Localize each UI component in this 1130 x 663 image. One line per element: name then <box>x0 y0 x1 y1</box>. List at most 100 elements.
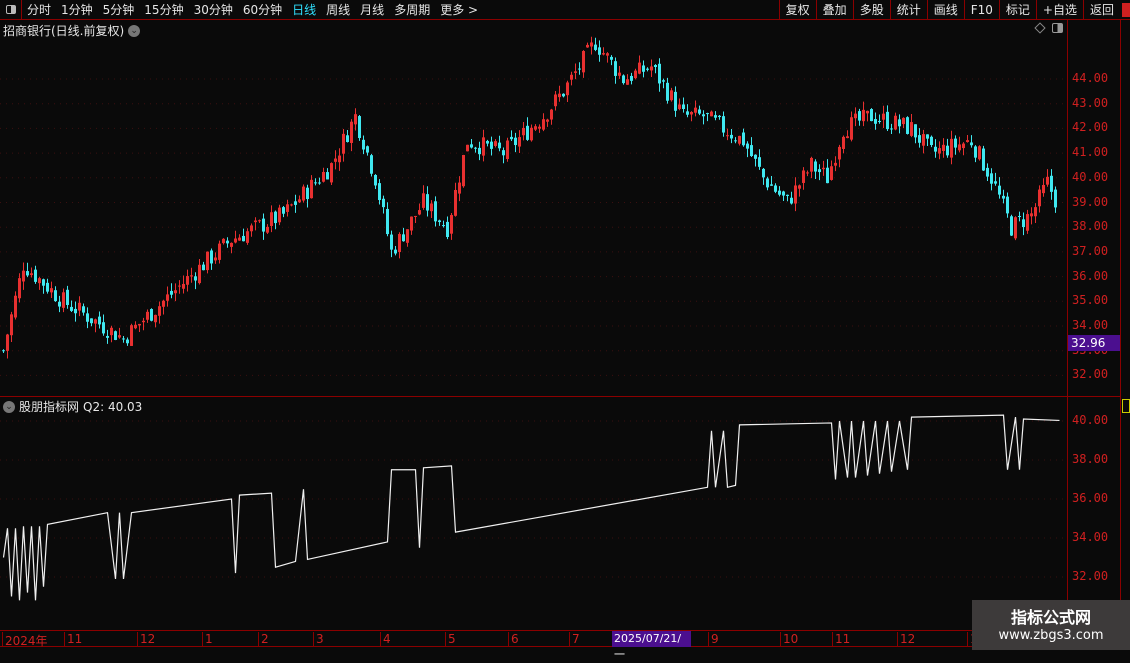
candle-body <box>842 136 845 149</box>
candle-body <box>126 339 129 344</box>
indicator-axis-label: 40.00 <box>1072 413 1109 427</box>
candle-body <box>1014 217 1017 239</box>
candle-body <box>942 144 945 151</box>
candle-body <box>370 155 373 174</box>
candle-body <box>478 147 481 155</box>
indicator-marker <box>1122 399 1130 413</box>
candle-body <box>66 289 69 305</box>
candle-body <box>674 91 677 111</box>
candle-body <box>410 216 413 231</box>
candle-body <box>414 215 417 217</box>
toolbar-action-button[interactable]: 返回 <box>1082 0 1120 20</box>
candle-body <box>62 292 65 308</box>
candle-body <box>1034 207 1037 217</box>
candle-body <box>954 138 957 148</box>
candle-body <box>230 242 233 247</box>
candle-body <box>282 207 285 214</box>
candle-body <box>158 306 161 316</box>
candle-body <box>458 182 461 194</box>
candle-body <box>646 68 649 70</box>
candle-body <box>474 147 477 149</box>
candle-body <box>742 132 745 146</box>
candle-body <box>870 109 873 122</box>
candle-body <box>878 120 881 122</box>
candle-body <box>398 234 401 253</box>
date-cursor-label: 2025/07/21/一 <box>612 631 691 661</box>
candle-body <box>846 136 849 139</box>
candle-body <box>946 145 949 156</box>
candle-body <box>522 127 525 136</box>
date-axis-label: 7 <box>569 632 580 647</box>
candle-body <box>138 323 141 326</box>
candle-body <box>502 150 505 156</box>
candle-body <box>390 234 393 250</box>
candle-body <box>918 135 921 143</box>
panel-divider <box>0 396 1120 397</box>
candle-body <box>34 269 37 282</box>
date-axis-label: 10 <box>780 632 798 647</box>
indicator-axis-label: 38.00 <box>1072 452 1109 466</box>
candle-body <box>858 111 861 121</box>
candle-body <box>226 240 229 244</box>
candle-body <box>418 210 421 215</box>
candle-body <box>290 204 293 206</box>
candle-body <box>266 226 269 233</box>
candle-body <box>866 110 869 114</box>
candle-body <box>494 141 497 146</box>
candle-body <box>962 143 965 149</box>
candle-body <box>666 82 669 101</box>
candle-body <box>118 335 121 338</box>
candle-body <box>714 115 717 118</box>
candle-body <box>310 179 313 199</box>
candle-body <box>142 320 145 323</box>
candle-body <box>334 158 337 162</box>
chevron-down-icon[interactable]: ⌄ <box>3 400 15 413</box>
candle-body <box>566 82 569 96</box>
candle-body <box>562 93 565 97</box>
candle-body <box>1006 196 1009 214</box>
candle-body <box>82 306 85 313</box>
candle-body <box>974 146 977 158</box>
candle-body <box>750 145 753 157</box>
date-axis-label: 3 <box>313 632 324 647</box>
candle-body <box>394 249 397 254</box>
price-and-indicator-chart[interactable] <box>0 0 1068 650</box>
candle-body <box>442 225 445 227</box>
date-axis-label: 11 <box>64 632 82 647</box>
candle-body <box>202 264 205 271</box>
date-axis-label: 2 <box>258 632 269 647</box>
candle-body <box>1030 213 1033 217</box>
candle-body <box>678 104 681 110</box>
candle-body <box>38 278 41 284</box>
candle-body <box>902 117 905 125</box>
candle-body <box>362 139 365 150</box>
date-axis-label: 11 <box>832 632 850 647</box>
candle-body <box>250 225 253 232</box>
candle-body <box>746 143 749 149</box>
price-axis-label: 39.00 <box>1072 194 1109 209</box>
candle-body <box>198 264 201 284</box>
date-axis-label: 4 <box>380 632 391 647</box>
candle-body <box>586 44 589 48</box>
candle-body <box>114 331 117 340</box>
candle-body <box>650 66 653 71</box>
candle-body <box>58 301 61 307</box>
indicator-title[interactable]: ⌄ 股朋指标网 Q2: 40.03 <box>3 398 142 415</box>
candle-body <box>818 169 821 173</box>
indicator-axis-label: 36.00 <box>1072 491 1109 505</box>
price-axis-label: 34.00 <box>1072 318 1109 332</box>
candle-body <box>582 51 585 73</box>
candle-body <box>590 42 593 47</box>
candle-body <box>254 220 257 223</box>
candle-body <box>318 182 321 184</box>
candle-body <box>506 140 509 160</box>
candle-body <box>514 137 517 146</box>
candle-body <box>1042 184 1045 194</box>
candle-body <box>170 290 173 295</box>
candle-body <box>258 220 261 222</box>
price-axis-label: 32.00 <box>1072 367 1109 382</box>
candle-body <box>182 283 185 289</box>
candle-body <box>218 243 221 260</box>
candle-body <box>762 168 765 178</box>
candle-body <box>894 115 897 130</box>
